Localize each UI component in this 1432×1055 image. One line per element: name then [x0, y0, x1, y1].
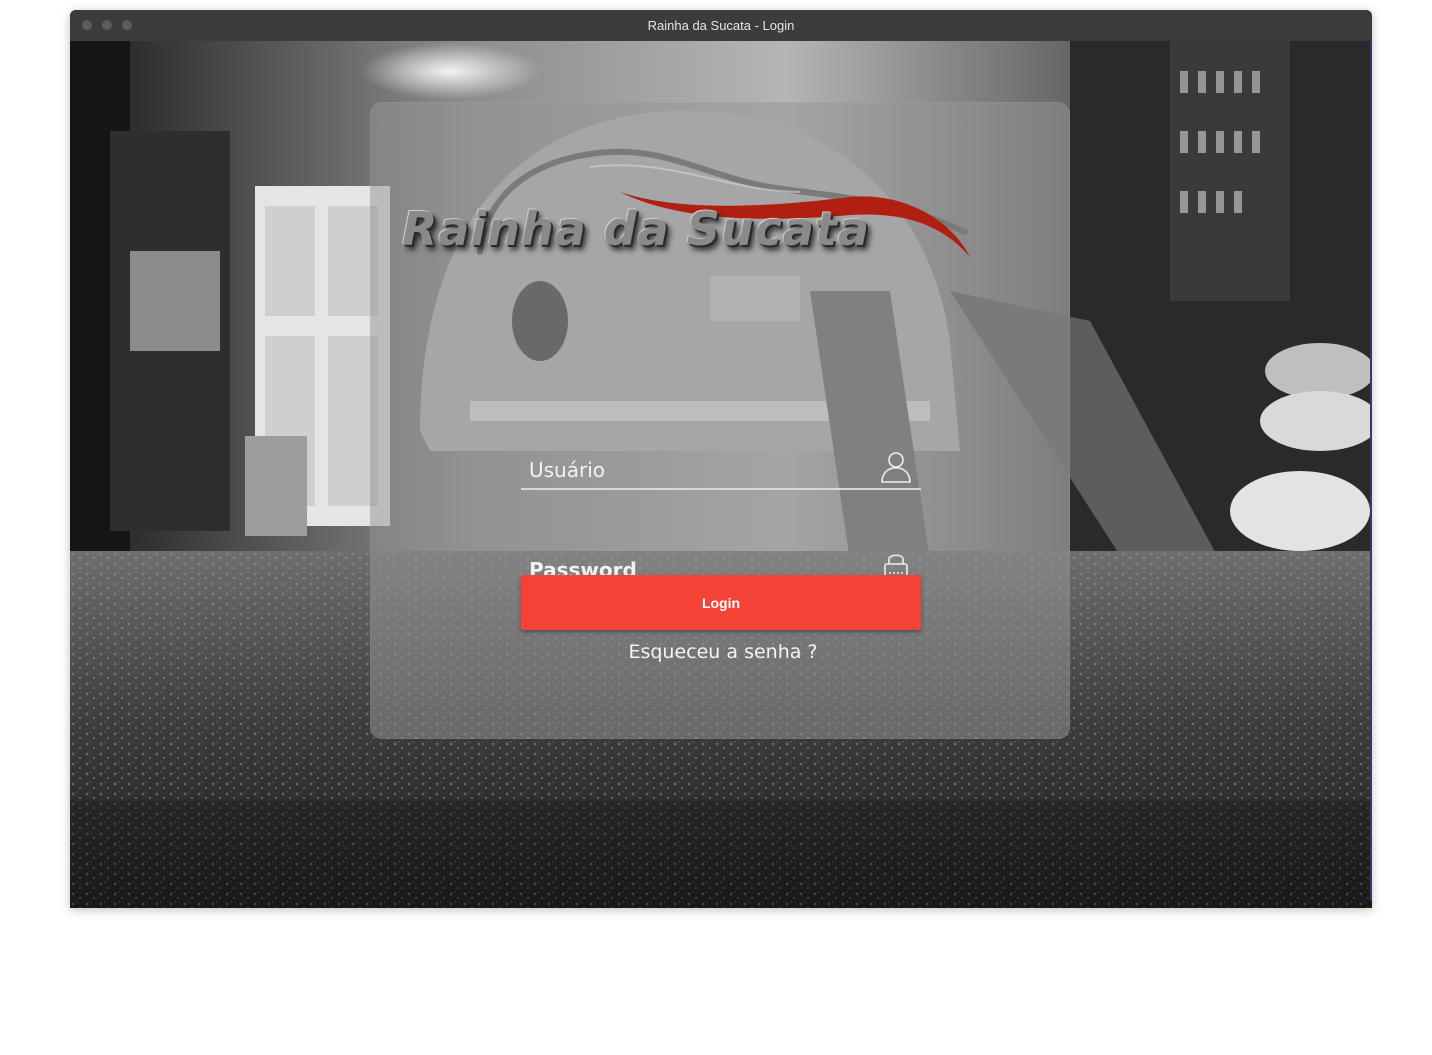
- username-field[interactable]: Usuário: [521, 448, 921, 490]
- close-window-button[interactable]: [82, 20, 92, 30]
- window-edge: [1370, 41, 1372, 901]
- maximize-window-button[interactable]: [122, 20, 132, 30]
- user-icon: [881, 452, 911, 483]
- title-bar[interactable]: Rainha da Sucata - Login: [70, 10, 1372, 41]
- forgot-password-link[interactable]: Esqueceu a senha ?: [521, 641, 925, 663]
- window-controls: [82, 20, 132, 30]
- username-input[interactable]: Usuário: [529, 458, 605, 482]
- window-title: Rainha da Sucata - Login: [647, 18, 795, 33]
- login-screen: Rainha da Sucata Usuário Password Login: [70, 41, 1372, 908]
- minimize-window-button[interactable]: [102, 20, 112, 30]
- logo-text: Rainha da Sucata: [402, 202, 870, 256]
- login-button[interactable]: Login: [521, 575, 921, 630]
- app-window: Rainha da Sucata - Login Rainha da Sucat…: [70, 10, 1372, 908]
- login-card: Rainha da Sucata Usuário Password Login: [370, 102, 1070, 739]
